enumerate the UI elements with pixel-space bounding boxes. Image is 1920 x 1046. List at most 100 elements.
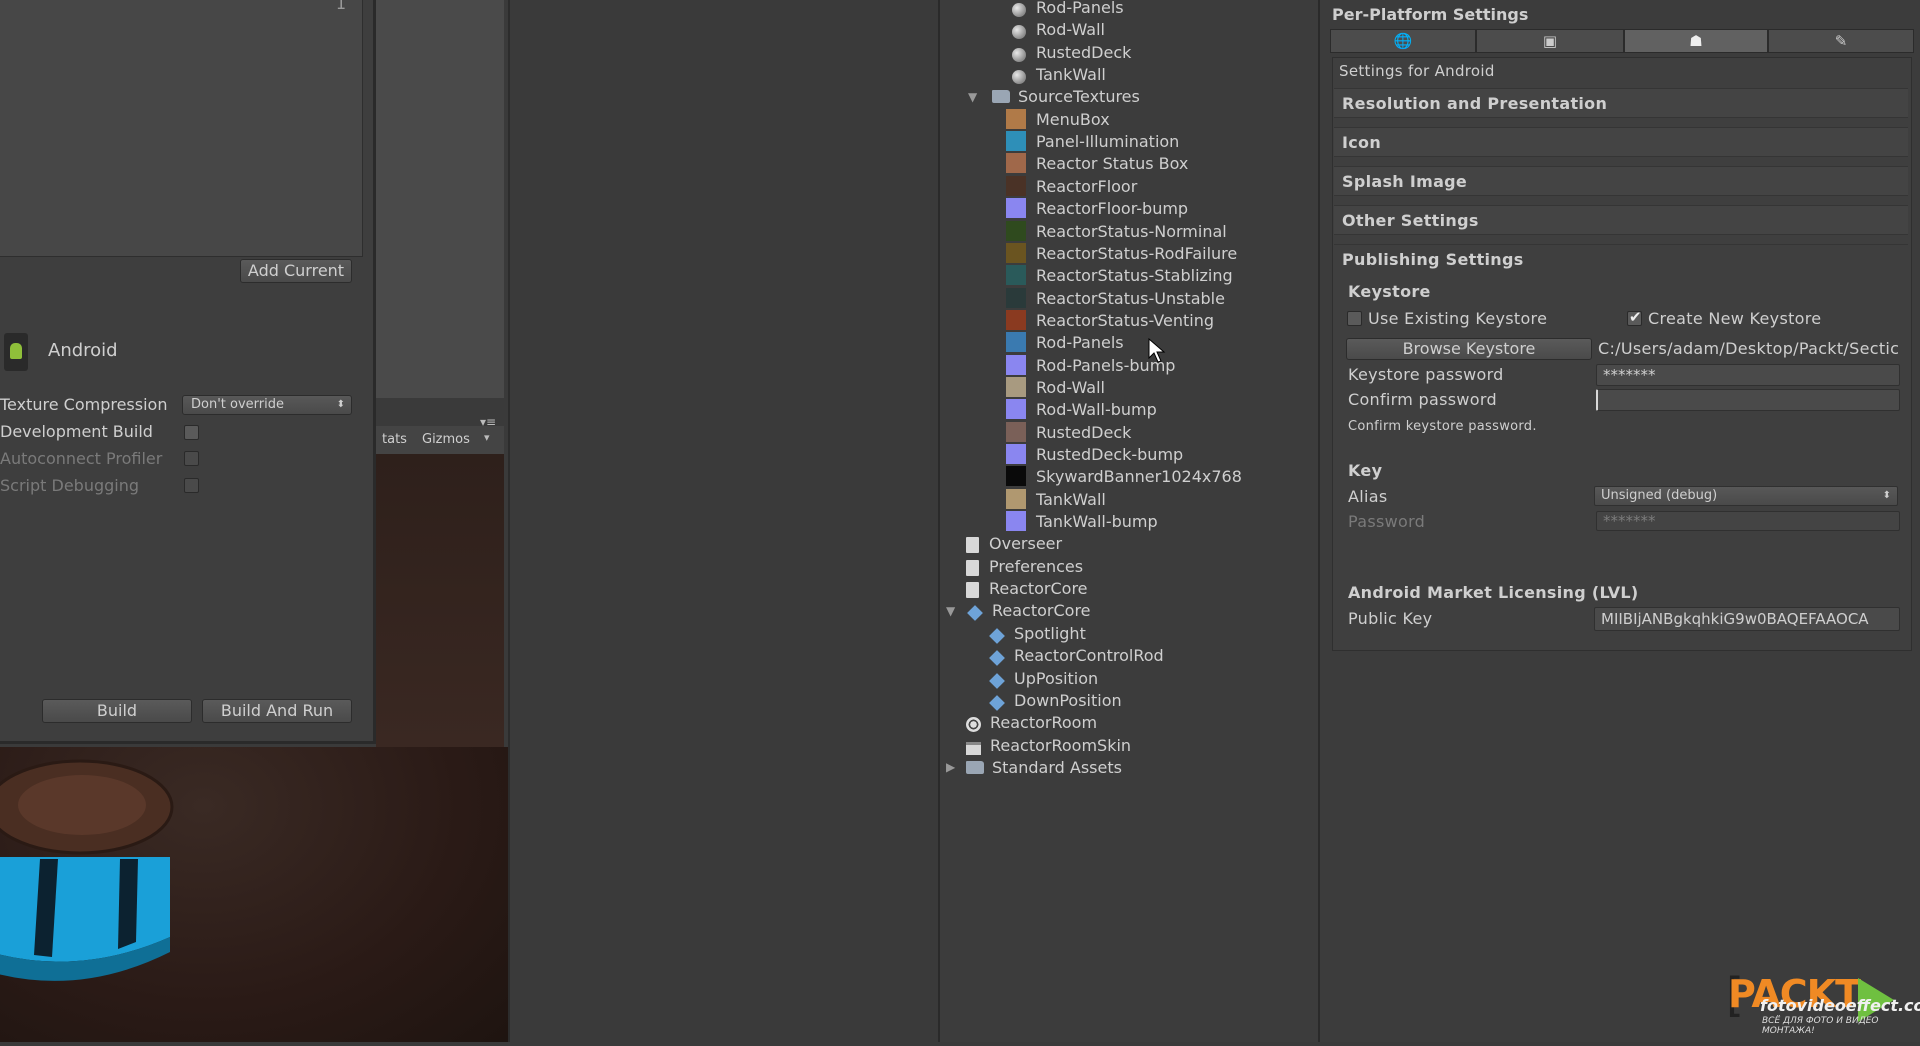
texture-icon <box>1006 354 1026 375</box>
scenes-in-build-list[interactable]: 1 <box>0 0 363 257</box>
per-platform-settings-title: Per-Platform Settings <box>1332 5 1529 24</box>
tree-item[interactable]: Rod-Wall-bump <box>1006 399 1157 421</box>
texture-icon <box>1006 242 1026 263</box>
key-password-field[interactable]: ******* <box>1596 511 1900 531</box>
tree-item-label: Standard Assets <box>992 757 1122 777</box>
expand-triangle-icon[interactable]: ▼ <box>946 604 955 618</box>
splash-section-header[interactable]: Splash Image <box>1334 166 1908 196</box>
tree-item[interactable]: Overseer <box>966 533 1062 555</box>
tree-item[interactable]: ReactorCore <box>966 600 1091 622</box>
tree-item[interactable]: Rod-Wall <box>1006 376 1105 399</box>
tree-item[interactable]: RustedDeck-bump <box>1006 444 1183 466</box>
autoconnect-profiler-label: Autoconnect Profiler <box>0 449 163 468</box>
keystore-password-field[interactable]: ******* <box>1596 364 1900 386</box>
texture-icon <box>1006 131 1026 152</box>
tree-item[interactable]: Standard Assets <box>966 757 1122 779</box>
scene-viewport[interactable] <box>0 747 508 1042</box>
use-existing-keystore-label: Use Existing Keystore <box>1368 309 1548 328</box>
stats-button[interactable]: tats <box>382 432 407 447</box>
public-key-field[interactable]: MIIBIjANBgkqhkiG9w0BAQEFAAOCA <box>1594 607 1900 631</box>
tree-item[interactable]: Rod-Panels <box>1006 332 1124 354</box>
texture-compression-label: Texture Compression <box>0 395 168 414</box>
tab-default-platform[interactable]: 🌐 <box>1330 29 1476 53</box>
tree-item[interactable]: Spotlight <box>988 623 1086 645</box>
tree-item[interactable]: Preferences <box>966 556 1083 578</box>
resolution-section-header[interactable]: Resolution and Presentation <box>1334 88 1908 118</box>
tree-item[interactable]: DownPosition <box>988 690 1122 712</box>
tree-item[interactable]: ReactorStatus-Stablizing <box>1006 265 1233 287</box>
tree-item[interactable]: ReactorStatus-RodFailure <box>1006 242 1237 265</box>
tree-item[interactable]: SourceTextures <box>992 86 1140 108</box>
icon-section-header[interactable]: Icon <box>1334 127 1908 157</box>
tree-item[interactable]: RustedDeck <box>1010 42 1131 64</box>
other-settings-section-header[interactable]: Other Settings <box>1334 205 1908 235</box>
sphere-icon <box>1012 25 1026 40</box>
tab-android[interactable]: ☗ <box>1624 29 1768 53</box>
tree-item[interactable]: ReactorRoomSkin <box>966 735 1131 757</box>
standalone-icon: ▣ <box>1542 32 1558 50</box>
tree-item[interactable]: SkywardBanner1024x768 <box>1006 466 1242 488</box>
script-icon <box>966 582 979 599</box>
licensing-header: Android Market Licensing (LVL) <box>1348 583 1639 602</box>
browse-keystore-button[interactable]: Browse Keystore <box>1346 338 1592 360</box>
folder-icon <box>992 90 1010 104</box>
tree-item[interactable]: ReactorFloor <box>1006 175 1138 198</box>
script-debugging-checkbox[interactable] <box>184 478 199 493</box>
android-platform-icon <box>4 333 28 371</box>
texture-icon <box>1006 511 1026 532</box>
tree-item[interactable]: UpPosition <box>988 668 1098 690</box>
tree-item-label: ReactorRoom <box>990 713 1098 733</box>
tree-item[interactable]: ReactorStatus-Norminal <box>1006 220 1227 243</box>
tree-item[interactable]: Rod-Panels <box>1010 0 1124 19</box>
collapse-triangle-icon[interactable]: ▶ <box>946 760 955 774</box>
build-and-run-button[interactable]: Build And Run <box>202 699 352 723</box>
tab-standalone[interactable]: ▣ <box>1476 29 1624 53</box>
expand-triangle-icon[interactable]: ▼ <box>968 90 977 104</box>
tree-item-label: Rod-Panels <box>1036 333 1124 353</box>
tree-item[interactable]: TankWall-bump <box>1006 511 1158 533</box>
tree-item[interactable]: MenuBox <box>1006 108 1110 131</box>
tree-item[interactable]: RustedDeck <box>1006 421 1131 444</box>
scene-viewport-strip[interactable] <box>376 454 504 747</box>
tree-item-label: Rod-Panels <box>1036 0 1124 17</box>
flash-icon: ✎ <box>1834 32 1848 50</box>
use-existing-keystore-checkbox[interactable] <box>1347 311 1362 326</box>
tree-item-label: Preferences <box>989 556 1084 576</box>
tree-item[interactable]: Rod-Wall <box>1010 19 1105 41</box>
tree-item-label: MenuBox <box>1036 109 1110 129</box>
tree-item[interactable]: TankWall <box>1010 64 1106 86</box>
add-current-button[interactable]: Add Current <box>240 259 352 283</box>
tree-item-label: ReactorFloor <box>1036 176 1138 196</box>
tree-item-label: UpPosition <box>1014 668 1099 688</box>
tree-item[interactable]: Reactor Status Box <box>1006 153 1188 175</box>
create-new-keystore-checkbox[interactable] <box>1627 308 1642 326</box>
tree-item[interactable]: ReactorStatus-Unstable <box>1006 287 1225 310</box>
cube-icon <box>967 605 983 622</box>
publishing-section-header[interactable]: Publishing Settings <box>1334 244 1908 274</box>
texture-compression-select[interactable]: Don't override ⬍ <box>182 395 352 415</box>
tree-item[interactable]: Panel-Illumination <box>1006 131 1179 153</box>
section-title: Resolution and Presentation <box>1342 94 1608 113</box>
tree-item[interactable]: TankWall <box>1006 488 1106 511</box>
tree-item-label: ReactorCore <box>992 601 1091 621</box>
panel-menu-icon[interactable]: ▾≡ <box>480 415 496 429</box>
tab-flash[interactable]: ✎ <box>1768 29 1914 53</box>
autoconnect-profiler-checkbox[interactable] <box>184 451 199 466</box>
tree-item[interactable]: ReactorStatus-Venting <box>1006 309 1214 332</box>
tree-item[interactable]: ReactorControlRod <box>988 645 1164 667</box>
build-button[interactable]: Build <box>42 699 192 723</box>
tree-item[interactable]: ReactorFloor-bump <box>1006 198 1188 220</box>
texture-icon <box>1006 265 1026 286</box>
texture-icon <box>1006 399 1026 420</box>
cube-icon <box>989 650 1005 667</box>
texture-icon <box>1006 421 1026 442</box>
tree-item[interactable]: ReactorCore <box>966 578 1088 600</box>
confirm-password-field[interactable] <box>1596 389 1900 411</box>
chevron-down-icon[interactable]: ▾ <box>484 431 490 444</box>
development-build-checkbox[interactable] <box>184 425 199 440</box>
tree-item[interactable]: ReactorRoom <box>966 712 1097 734</box>
gizmos-button[interactable]: Gizmos <box>422 432 470 447</box>
texture-icon <box>1006 488 1026 509</box>
alias-select[interactable]: Unsigned (debug) ⬍ <box>1594 486 1898 506</box>
texture-icon <box>1006 466 1026 487</box>
